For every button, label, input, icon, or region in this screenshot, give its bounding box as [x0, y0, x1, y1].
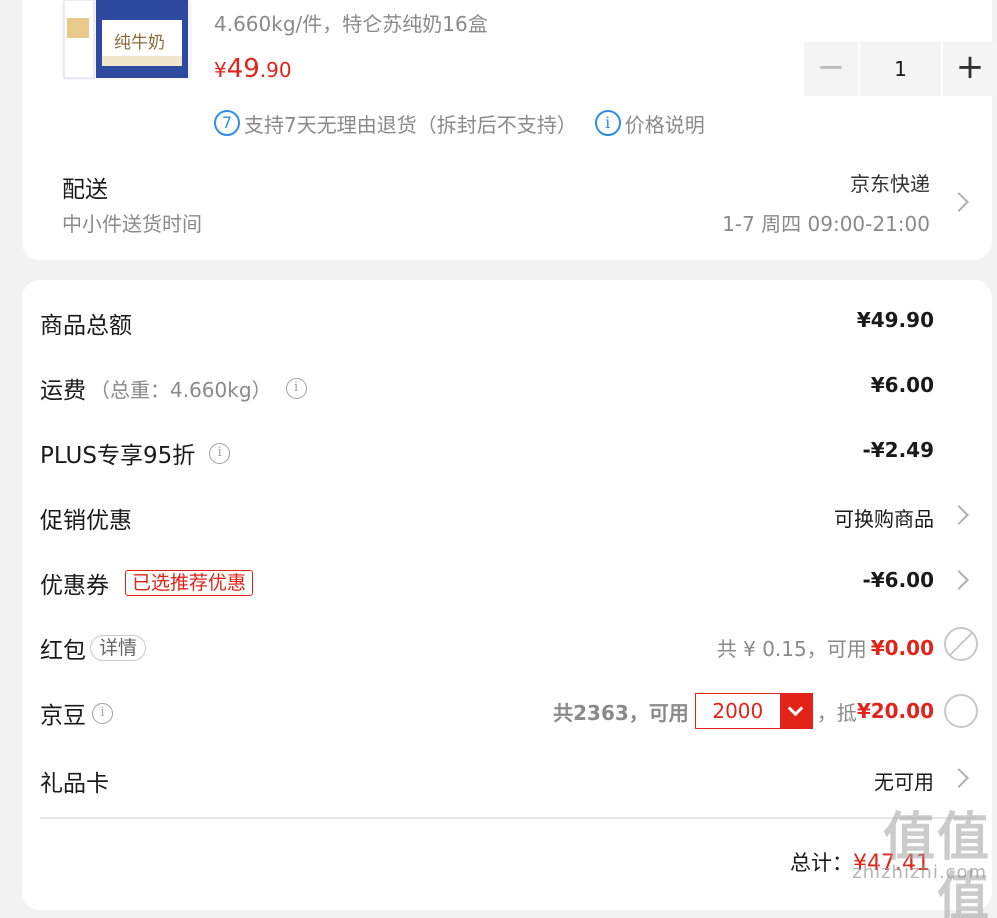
redpacket-text: 共 ¥ 0.15，可用: [716, 637, 867, 661]
coupon-recommended-tag: 已选推荐优惠: [125, 570, 254, 596]
goods-total-label: 商品总额: [40, 313, 132, 339]
shipping-label-group: 运费 （总重：4.660kg） i: [40, 371, 307, 405]
plus-discount-value: -¥2.49: [862, 438, 934, 462]
jingdou-text: 共2363，可用: [553, 700, 689, 725]
giftcard-value[interactable]: 无可用: [874, 766, 934, 795]
redpacket-label: 红包: [40, 638, 86, 664]
delivery-label: 配送: [62, 177, 108, 203]
plus-label: PLUS专享95折: [40, 443, 196, 469]
quantity-value[interactable]: 1: [860, 42, 941, 96]
jingdou-label: 京豆: [40, 703, 86, 729]
summary-row-plus: PLUS专享95折 i -¥2.49: [22, 430, 992, 470]
giftcard-label: 礼品卡: [40, 771, 109, 797]
shipping-info-icon[interactable]: i: [285, 377, 307, 399]
goods-total-value: ¥49.90: [856, 308, 934, 332]
summary-row-redpacket: 红包 详情 共 ¥ 0.15，可用 ¥0.00: [22, 625, 992, 665]
jingdou-value-group: 共2363，可用 2000 ，抵 ¥20.00: [553, 693, 934, 729]
product-spec: 4.660kg/件，特仑苏纯奶16盒: [214, 12, 488, 36]
price-info-icon: i: [594, 110, 621, 136]
coupon-value[interactable]: -¥6.00: [862, 568, 934, 592]
shipping-label: 运费: [40, 378, 86, 404]
jingdou-offset-text: ，抵: [816, 700, 857, 725]
price-integer: 49: [226, 54, 260, 84]
jingdou-radio-icon[interactable]: [944, 694, 978, 728]
redpacket-disabled-radio-icon: [944, 627, 978, 661]
seven-day-return-icon: 7: [214, 110, 240, 136]
summary-row-shipping: 运费 （总重：4.660kg） i ¥6.00: [22, 365, 992, 405]
promo-chevron-icon[interactable]: [949, 505, 969, 525]
promo-value[interactable]: 可换购商品: [834, 503, 934, 532]
summary-row-goods-total: 商品总额 ¥49.90: [22, 300, 992, 340]
jingdou-amount-value[interactable]: 2000: [696, 699, 780, 723]
price-decimal: .90: [259, 58, 292, 82]
seven-day-return-text[interactable]: 支持7天无理由退货（拆封后不支持）: [244, 109, 577, 138]
quantity-stepper: − 1 +: [804, 42, 997, 96]
plus-info-icon[interactable]: i: [209, 442, 231, 464]
jingdou-label-group: 京豆 i: [40, 696, 113, 730]
decrease-button[interactable]: −: [804, 42, 858, 96]
promo-label: 促销优惠: [40, 508, 132, 534]
summary-row-promo[interactable]: 促销优惠 可换购商品: [22, 495, 992, 535]
product-price: ¥49.90: [214, 54, 292, 84]
shipping-value: ¥6.00: [870, 373, 934, 397]
price-info-link[interactable]: 价格说明: [625, 109, 705, 138]
redpacket-label-group: 红包 详情: [40, 631, 147, 665]
coupon-label-group: 优惠券 已选推荐优惠: [40, 566, 254, 600]
service-badges: 7 支持7天无理由退货（拆封后不支持） i 价格说明: [214, 108, 705, 138]
giftcard-chevron-icon[interactable]: [949, 768, 969, 788]
summary-row-coupon[interactable]: 优惠券 已选推荐优惠 -¥6.00: [22, 560, 992, 600]
delivery-carrier[interactable]: 京东快递: [850, 168, 930, 197]
coupon-label: 优惠券: [40, 573, 109, 599]
summary-divider: [40, 817, 976, 819]
delivery-time[interactable]: 1-7 周四 09:00-21:00: [722, 208, 930, 237]
redpacket-detail-button[interactable]: 详情: [90, 635, 147, 661]
delivery-sub-label: 中小件送货时间: [62, 212, 202, 236]
redpacket-value-group: 共 ¥ 0.15，可用 ¥0.00: [717, 633, 934, 662]
delivery-chevron-icon[interactable]: [949, 192, 969, 212]
price-currency: ¥: [214, 58, 227, 82]
product-image-text: 纯牛奶: [114, 33, 165, 53]
shipping-weight: （总重：4.660kg）: [90, 377, 272, 402]
coupon-chevron-icon[interactable]: [949, 570, 969, 590]
summary-row-giftcard[interactable]: 礼品卡 无可用: [22, 758, 992, 798]
watermark-url: zhizhizhi.com: [852, 862, 987, 883]
chevron-down-icon[interactable]: [779, 694, 812, 728]
jingdou-value: ¥20.00: [856, 699, 934, 723]
jingdou-amount-select[interactable]: 2000: [694, 693, 813, 729]
summary-row-jingdou: 京豆 i 共2363，可用 2000 ，抵 ¥20.00: [22, 690, 992, 730]
jingdou-info-icon[interactable]: i: [92, 702, 113, 724]
product-card: 纯牛奶 4.660kg/件，特仑苏纯奶16盒 ¥49.90 − 1 + 7 支持…: [22, 0, 997, 260]
redpacket-value: ¥0.00: [870, 635, 934, 660]
plus-label-group: PLUS专享95折 i: [40, 436, 231, 470]
product-image[interactable]: 纯牛奶: [62, 0, 192, 80]
increase-button[interactable]: +: [943, 42, 997, 96]
